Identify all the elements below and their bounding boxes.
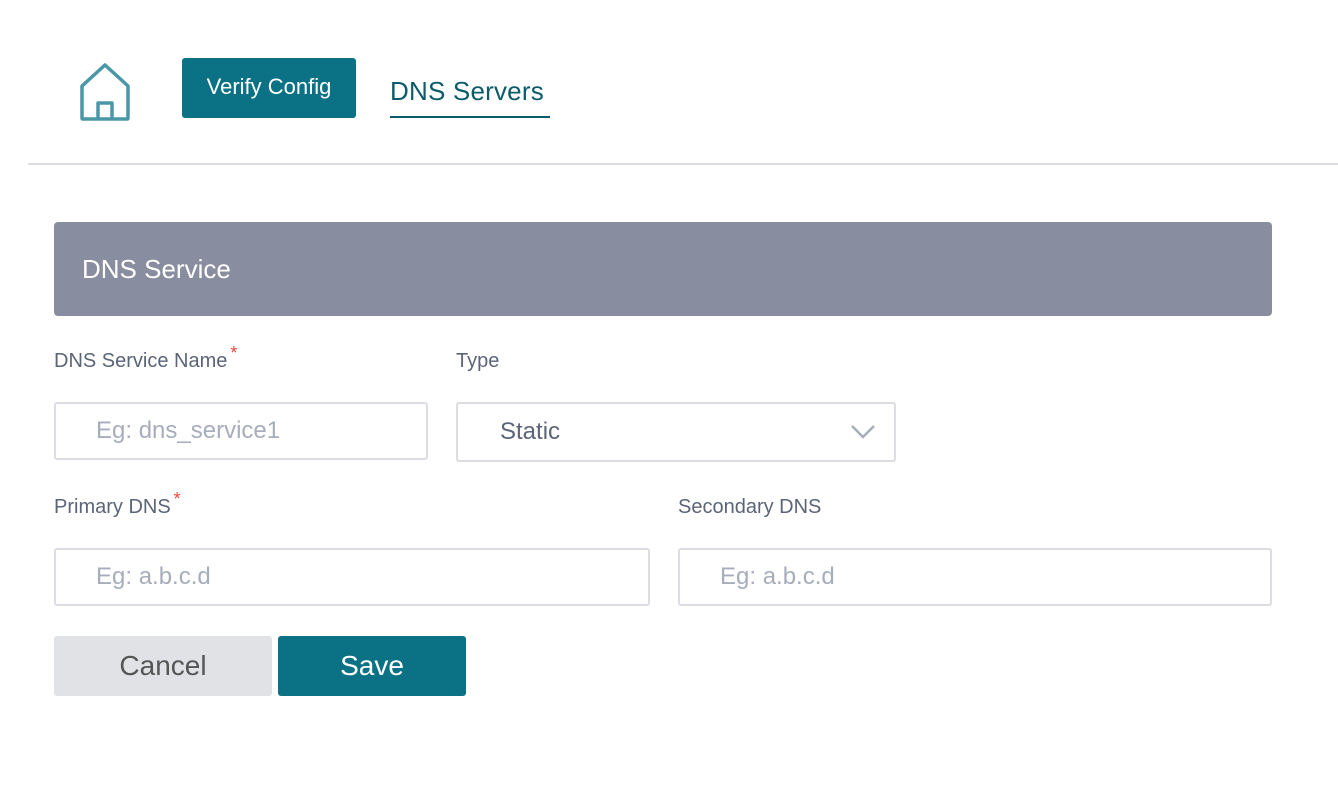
service-name-label-text: DNS Service Name — [54, 350, 228, 372]
primary-dns-label: Primary DNS * — [54, 489, 181, 519]
save-button[interactable]: Save — [278, 636, 466, 696]
secondary-dns-input[interactable] — [680, 550, 1270, 604]
primary-dns-field[interactable] — [54, 548, 650, 606]
home-icon-glyph — [80, 63, 130, 121]
secondary-dns-label: Secondary DNS — [678, 496, 822, 518]
primary-dns-input[interactable] — [56, 550, 648, 604]
secondary-dns-field[interactable] — [678, 548, 1272, 606]
cancel-button[interactable]: Cancel — [54, 636, 272, 696]
required-marker: * — [230, 343, 238, 363]
panel-header: DNS Service — [54, 222, 1272, 316]
home-icon[interactable] — [78, 62, 132, 122]
panel-title: DNS Service — [82, 253, 231, 284]
type-select[interactable]: Static — [456, 402, 896, 462]
primary-dns-label-text: Primary DNS — [54, 496, 171, 518]
service-name-field[interactable] — [54, 402, 428, 460]
type-label: Type — [456, 350, 500, 372]
type-select-value: Static — [500, 418, 561, 445]
chevron-down-icon — [850, 424, 876, 440]
header-divider — [28, 163, 1338, 165]
tab-dns-servers[interactable]: DNS Servers — [390, 74, 550, 118]
required-marker: * — [173, 489, 181, 509]
service-name-label: DNS Service Name * — [54, 343, 237, 373]
service-name-input[interactable] — [56, 404, 426, 458]
verify-config-button[interactable]: Verify Config — [182, 58, 356, 118]
